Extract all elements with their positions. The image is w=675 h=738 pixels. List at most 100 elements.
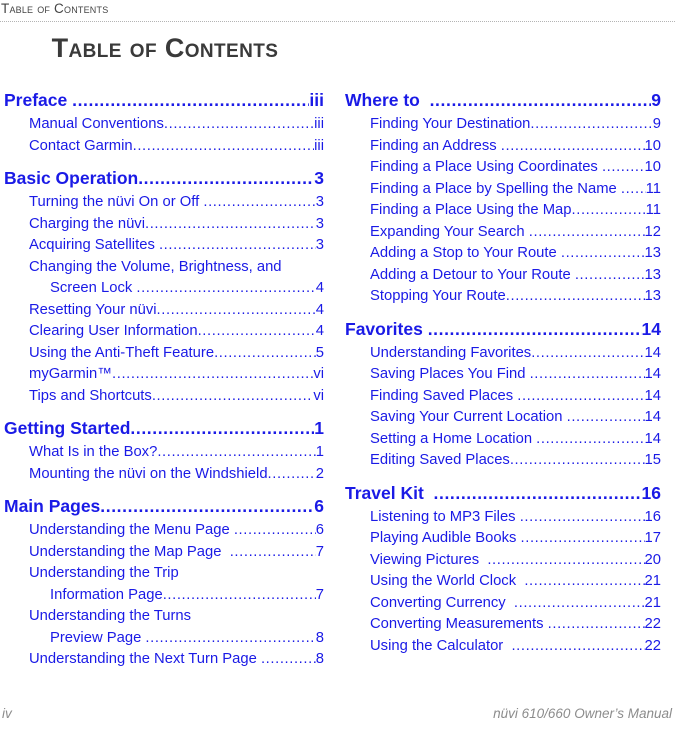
- toc-section-entry[interactable]: Setting a Home Location ................…: [345, 429, 661, 451]
- toc-section-entry[interactable]: Understanding the Trip Information Page..…: [4, 563, 324, 606]
- toc-leader-dots: ........................................…: [487, 551, 644, 568]
- toc-leader-dots: ........................................…: [560, 245, 645, 261]
- toc-leader-dots: ........................................…: [163, 116, 315, 132]
- toc-section-entry[interactable]: Viewing Pictures .......................…: [345, 550, 661, 572]
- toc-section-entry[interactable]: Finding an Address .....................…: [345, 136, 661, 158]
- toc-section-entry[interactable]: Converting Measurements ................…: [345, 614, 661, 636]
- toc-leader-dots: ........................................…: [429, 90, 651, 110]
- toc-section-entry[interactable]: Stopping Your Route.....................…: [345, 286, 661, 308]
- toc-section-entry[interactable]: Understanding the Menu Page ............…: [4, 520, 324, 542]
- toc-chapter-label: Where to: [345, 90, 430, 110]
- toc-section-label-line2-row: Information Page........................…: [29, 585, 324, 607]
- toc-section-entry[interactable]: Finding a Place by Spelling the Name ...…: [345, 179, 661, 201]
- toc-section-entry[interactable]: Finding a Place Using the Map...........…: [345, 200, 661, 222]
- toc-section-label: Using the Anti-Theft Feature: [29, 344, 215, 361]
- toc-leader-dots: ........................................…: [566, 409, 645, 425]
- toc-section-label: Viewing Pictures: [370, 551, 488, 568]
- toc-chapter-entry[interactable]: Main Pages..............................…: [4, 494, 324, 519]
- toc-leader-dots: ........................................…: [519, 508, 645, 525]
- toc-leader-dots: ........................................…: [132, 137, 315, 154]
- toc-section-entry[interactable]: What Is in the Box?.....................…: [4, 442, 324, 464]
- toc-section-entry[interactable]: Resetting Your nüvi.....................…: [4, 300, 324, 322]
- toc-section-entry[interactable]: Contact Garmin..........................…: [4, 136, 324, 158]
- toc-section-entry[interactable]: Clearing User Information...............…: [4, 321, 324, 343]
- toc-section-page-number: 4: [315, 323, 324, 339]
- toc-section-page-number: 15: [644, 452, 661, 468]
- toc-section-entry[interactable]: Understanding Favorites.................…: [345, 343, 661, 365]
- toc-section-page-number: 9: [652, 116, 661, 132]
- toc-section-entry[interactable]: Converting Currency ....................…: [345, 593, 661, 615]
- toc-chapter-page-number: 6: [314, 496, 324, 516]
- toc-section-entry[interactable]: Using the World Clock ..................…: [345, 571, 661, 593]
- toc-section-label: Understanding the Menu Page: [29, 522, 234, 538]
- toc-section-page-number: 10: [644, 137, 661, 154]
- toc-section-label: Saving Places You Find: [370, 366, 530, 382]
- toc-section-entry[interactable]: Acquiring Satellites ...................…: [4, 235, 324, 257]
- toc-leader-dots: ........................................…: [530, 116, 653, 132]
- toc-section-entry[interactable]: Turning the nüvi On or Off .............…: [4, 192, 324, 214]
- toc-section-entry[interactable]: Understanding the Turns Preview Page ....…: [4, 606, 324, 649]
- toc-section-entry[interactable]: Manual Conventions......................…: [4, 114, 324, 136]
- toc-section-label: Resetting Your nüvi: [29, 301, 157, 318]
- toc-chapter-entry[interactable]: Basic Operation.........................…: [4, 166, 324, 191]
- toc-section-entry[interactable]: Changing the Volume, Brightness, and Scre…: [4, 257, 324, 300]
- toc-section-page-number: 21: [644, 594, 661, 611]
- toc-leader-dots: ........................................…: [511, 637, 644, 654]
- toc-section-entry[interactable]: Adding a Detour to Your Route ..........…: [345, 265, 661, 287]
- toc-section-entry[interactable]: Saving Your Current Location ...........…: [345, 407, 661, 429]
- toc-section-page-number: 22: [644, 637, 661, 654]
- toc-section-label: Finding a Place Using Coordinates: [370, 159, 602, 175]
- toc-section-label-line1: Understanding the Turns: [29, 608, 192, 624]
- toc-section-entry[interactable]: Charging the nüvi.......................…: [4, 214, 324, 236]
- toc-section-entry[interactable]: Editing Saved Places....................…: [345, 450, 661, 472]
- toc-section-page-number: 7: [315, 543, 324, 560]
- toc-leader-dots: ........................................…: [520, 530, 645, 546]
- toc-section-entry[interactable]: Playing Audible Books ..................…: [345, 528, 661, 550]
- toc-section-page-number: 4: [315, 280, 324, 296]
- toc-section-label: Contact Garmin: [29, 137, 133, 154]
- toc-section-page-number: 3: [315, 237, 324, 253]
- running-header-title: Table of Contents: [1, 1, 109, 16]
- toc-leader-dots: ........................................…: [112, 366, 313, 382]
- toc-section-label: Stopping Your Route: [370, 288, 506, 304]
- toc-section-label: Finding a Place by Spelling the Name: [370, 180, 621, 197]
- toc-section-entry[interactable]: Finding a Place Using Coordinates ......…: [345, 157, 661, 179]
- toc-chapter-entry[interactable]: Travel Kit .............................…: [345, 481, 661, 506]
- toc-section-entry[interactable]: Saving Places You Find .................…: [345, 364, 661, 386]
- page-footer: iv nüvi 610/660 Owner’s Manual: [0, 706, 675, 726]
- toc-chapter-entry[interactable]: Preface ................................…: [4, 88, 324, 113]
- toc-section-entry[interactable]: Finding Saved Places ...................…: [345, 386, 661, 408]
- toc-leader-dots: ........................................…: [100, 496, 314, 516]
- toc-section-entry[interactable]: Listening to MP3 Files .................…: [345, 507, 661, 529]
- toc-section-page-number: iii: [314, 137, 324, 154]
- toc-section-page-number: 10: [644, 159, 661, 175]
- toc-section-page-number: 3: [315, 215, 324, 232]
- toc-section-entry[interactable]: Tips and Shortcuts......................…: [4, 386, 324, 408]
- toc-section-entry[interactable]: Expanding Your Search ..................…: [345, 222, 661, 244]
- toc-section-entry[interactable]: Using the Calculator ...................…: [345, 636, 661, 658]
- toc-section-entry[interactable]: Mounting the nüvi on the Windshield.....…: [4, 464, 324, 486]
- toc-section-page-number: 13: [644, 245, 661, 261]
- toc-leader-dots: ........................................…: [260, 651, 316, 667]
- toc-section-page-number: 11: [645, 180, 661, 197]
- toc-section-label-line2: Screen Lock: [50, 280, 137, 296]
- toc-leader-dots: ........................................…: [620, 180, 646, 197]
- toc-leader-dots: ........................................…: [500, 137, 645, 154]
- toc-section-entry[interactable]: myGarmin™...............................…: [4, 364, 324, 386]
- toc-section-page-number: 13: [644, 266, 661, 283]
- toc-section-entry[interactable]: Understanding the Next Turn Page .......…: [4, 649, 324, 671]
- toc-leader-dots: ........................................…: [547, 616, 645, 632]
- toc-leader-dots: ........................................…: [233, 522, 316, 538]
- toc-section-label: Playing Audible Books: [370, 530, 521, 546]
- toc-section-page-number: 13: [644, 288, 661, 304]
- toc-chapter-entry[interactable]: Where to ...............................…: [345, 88, 661, 113]
- toc-section-entry[interactable]: Adding a Stop to Your Route ............…: [345, 243, 661, 265]
- toc-section-entry[interactable]: Understanding the Map Page .............…: [4, 542, 324, 564]
- toc-column-left: Preface ................................…: [4, 88, 324, 671]
- toc-section-label: Expanding Your Search: [370, 223, 529, 240]
- footer-manual-title: nüvi 610/660 Owner’s Manual: [493, 706, 672, 721]
- toc-section-entry[interactable]: Finding Your Destination................…: [345, 114, 661, 136]
- toc-chapter-entry[interactable]: Favorites ..............................…: [345, 317, 661, 342]
- toc-chapter-entry[interactable]: Getting Started.........................…: [4, 416, 324, 441]
- toc-section-entry[interactable]: Using the Anti-Theft Feature............…: [4, 343, 324, 365]
